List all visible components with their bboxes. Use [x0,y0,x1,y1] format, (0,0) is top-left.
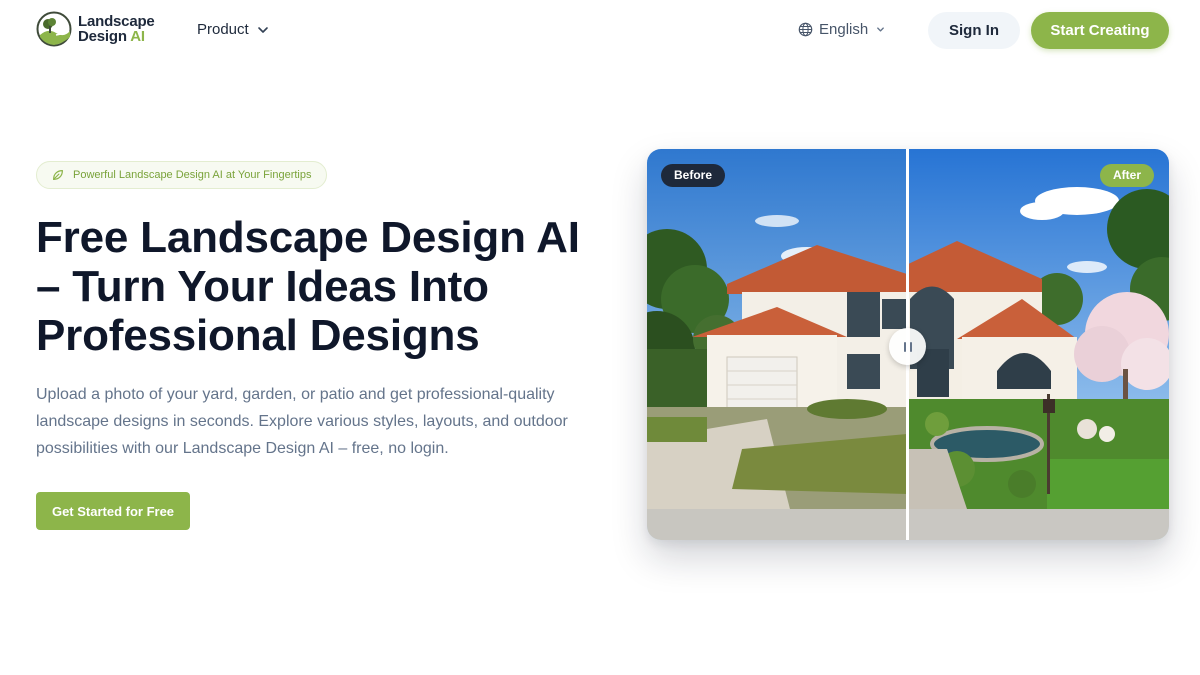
brand-name-line1: Landscape [78,13,155,30]
tagline-pill: Powerful Landscape Design AI at Your Fin… [36,161,328,189]
brand-name-ai: AI [130,28,145,45]
start-creating-button[interactable]: Start Creating [1031,12,1169,49]
get-started-button[interactable]: Get Started for Free [36,492,190,530]
slider-handle[interactable] [889,328,926,365]
hero-description: Upload a photo of your yard, garden, or … [36,386,568,457]
brand-name-line2: Design AI [78,29,155,44]
brand-name: Landscape Design AI [78,14,155,44]
brand-name-design: Design [78,28,127,45]
after-badge: After [1099,164,1154,187]
product-menu[interactable]: Product [197,21,269,38]
product-menu-label: Product [197,21,249,38]
top-nav: Landscape Design AI Product English Sign… [0,0,1200,62]
sign-in-button[interactable]: Sign In [928,12,1020,49]
slider-handle-icon [903,341,912,352]
tagline-text: Powerful Landscape Design AI at Your Fin… [73,169,312,181]
chevron-down-icon [257,26,268,33]
before-badge: Before [661,164,726,187]
landscape-logo-icon [36,11,72,47]
leaf-icon [53,170,63,180]
language-label: English [819,21,869,38]
before-after-comparison[interactable]: Before After [647,149,1169,540]
chevron-down-icon [877,27,885,32]
globe-icon [798,22,813,37]
language-selector[interactable]: English [798,21,885,38]
brand-logo[interactable]: Landscape Design AI [36,11,155,47]
hero-headline: Free Landscape Design AI – Turn Your Ide… [36,213,580,360]
